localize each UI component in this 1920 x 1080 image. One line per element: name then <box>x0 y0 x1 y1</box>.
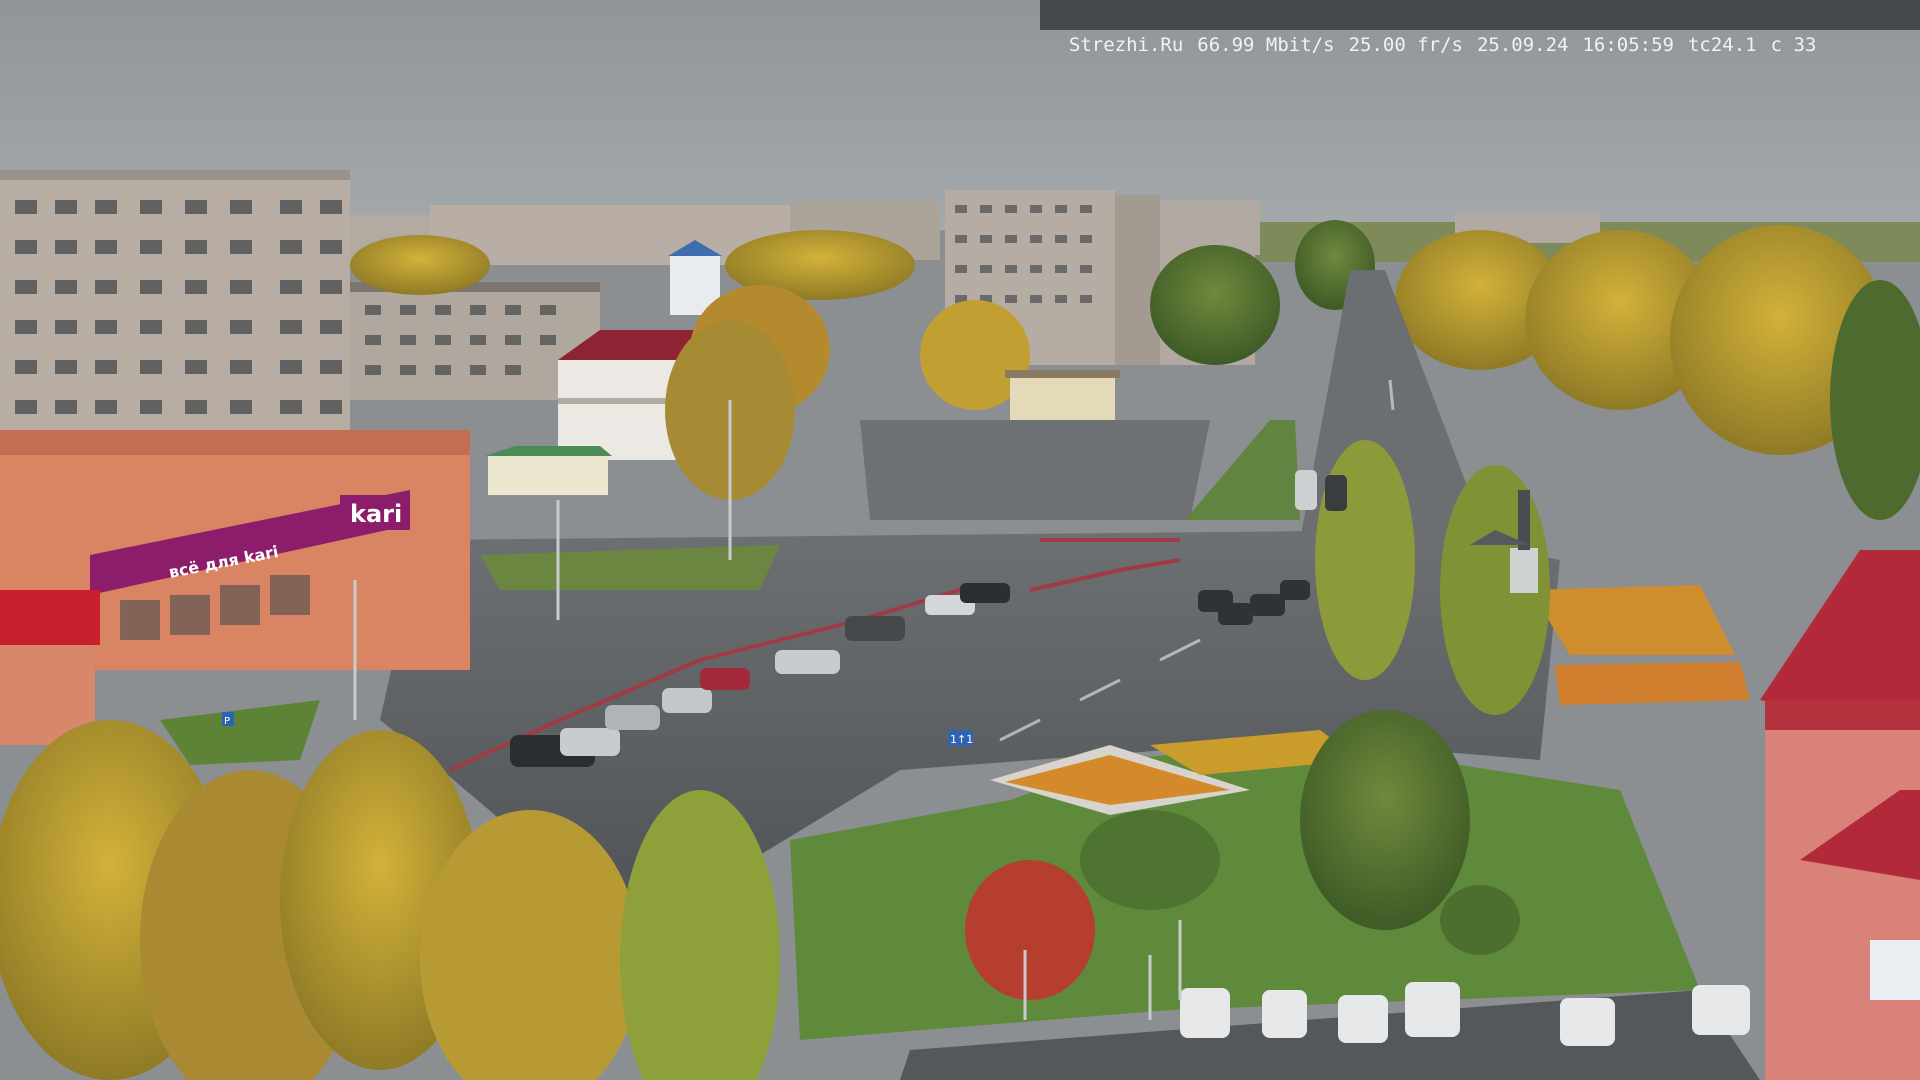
kari-store-sign: kari <box>350 500 402 528</box>
kiosk <box>485 446 612 495</box>
overlay-channel: c 33 <box>1770 34 1817 56</box>
upper-plaza <box>860 420 1210 520</box>
bus-stop-sign-letter: Р <box>224 716 230 727</box>
overlay-bitrate: 66.99 Mbit/s <box>1197 34 1335 56</box>
overlay-time: 16:05:59 <box>1582 34 1674 56</box>
overlay-camera: tc24.1 <box>1687 34 1757 56</box>
pink-corner-building <box>1760 550 1920 1080</box>
overlay-framerate: 25.00 fr/s <box>1348 34 1463 56</box>
foreground-lawn <box>790 740 1700 1040</box>
small-building-center <box>1005 370 1120 420</box>
webcam-scene: kari всё для kari Р 1↑1 <box>0 0 1920 1080</box>
overlay-site: Strezhi.Ru <box>1068 34 1184 56</box>
left-lawn <box>160 700 320 765</box>
lane-direction-sign-text: 1↑1 <box>950 733 973 746</box>
overlay-date: 25.09.24 <box>1476 34 1569 56</box>
camera-status-overlay: Strezhi.Ru 66.99 Mbit/s 25.00 fr/s 25.09.24… <box>1040 0 1920 56</box>
